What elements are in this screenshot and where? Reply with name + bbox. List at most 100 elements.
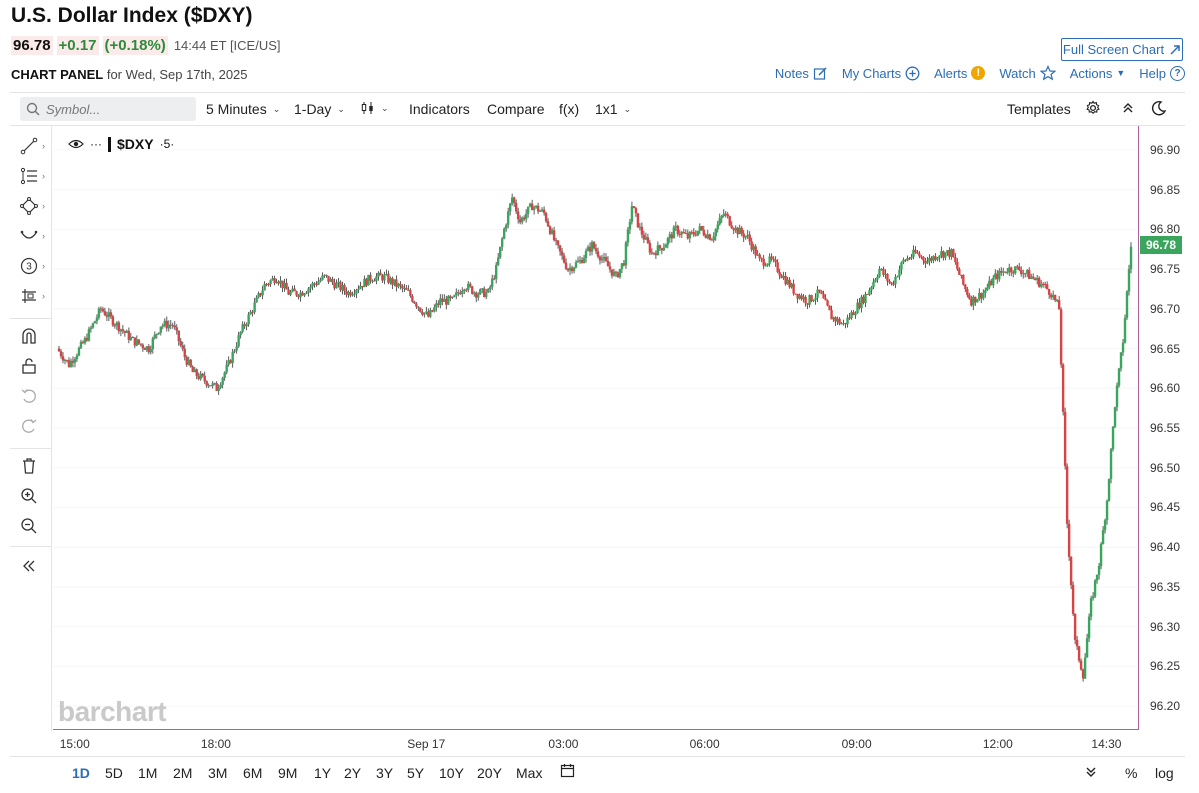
range-9m[interactable]: 9M: [278, 765, 297, 781]
candle-up: [289, 291, 292, 295]
period-dropdown[interactable]: 1-Day ⌄: [294, 101, 345, 117]
templates-button[interactable]: Templates: [1007, 101, 1071, 117]
y-tick-label: 96.70: [1150, 301, 1181, 316]
elliott-wave-tool[interactable]: 3 ›: [20, 254, 52, 278]
actions-menu[interactable]: Actions ▼: [1070, 66, 1126, 81]
zoom-out-button[interactable]: [20, 514, 52, 538]
candle-up: [253, 302, 256, 313]
page-title: U.S. Dollar Index ($DXY): [11, 4, 253, 27]
curve-tool[interactable]: ›: [20, 224, 52, 248]
tools-divider: [10, 318, 52, 319]
candle-down: [728, 216, 731, 226]
log-toggle[interactable]: log: [1155, 765, 1174, 781]
candle-down: [179, 341, 182, 346]
compare-button[interactable]: Compare: [487, 101, 545, 117]
candle-up: [1085, 638, 1089, 658]
candle-down: [922, 256, 925, 261]
percent-toggle[interactable]: %: [1125, 765, 1137, 781]
fibonacci-tool[interactable]: ›: [20, 164, 52, 188]
candle-down: [804, 296, 807, 304]
trend-line-tool[interactable]: ›: [20, 134, 52, 158]
fx-button[interactable]: f(x): [559, 101, 579, 117]
candle-up: [716, 224, 719, 230]
candle-down: [139, 343, 143, 345]
candle-up: [309, 286, 312, 289]
more-options-icon[interactable]: ···: [90, 137, 102, 151]
indicators-button[interactable]: Indicators: [409, 101, 470, 117]
last-price-tag: 96.78: [1140, 236, 1182, 255]
range-20y[interactable]: 20Y: [477, 765, 502, 781]
my-charts-link[interactable]: My Charts: [842, 66, 920, 81]
candle-up: [239, 331, 242, 336]
range-3y[interactable]: 3Y: [376, 765, 393, 781]
range-2m[interactable]: 2M: [173, 765, 192, 781]
alerts-link[interactable]: Alerts !: [934, 66, 986, 81]
x-tick-label: 18:00: [200, 737, 231, 751]
candle-down: [964, 284, 967, 290]
price-chart[interactable]: [53, 126, 1139, 730]
settings-button[interactable]: [1085, 100, 1101, 116]
candle-up: [73, 359, 77, 363]
candle-up: [526, 206, 530, 214]
symbol-search-input[interactable]: Symbol...: [20, 97, 196, 121]
candle-up: [992, 277, 995, 286]
collapse-tools-button[interactable]: [20, 554, 52, 578]
candle-up: [626, 229, 630, 243]
chevron-down-icon: ⌄: [337, 103, 345, 114]
shapes-tool[interactable]: ›: [20, 194, 52, 218]
range-1m[interactable]: 1M: [138, 765, 157, 781]
candle-up: [864, 294, 867, 303]
range-2y[interactable]: 2Y: [344, 765, 361, 781]
candle-up: [487, 288, 490, 293]
candle-up: [153, 334, 157, 339]
delete-button[interactable]: [20, 454, 52, 478]
candle-down: [325, 274, 328, 276]
candle-up: [896, 276, 899, 278]
measure-tool[interactable]: ›: [20, 284, 52, 308]
candle-down: [968, 295, 971, 299]
candle-down: [592, 242, 596, 249]
notes-link[interactable]: Notes: [775, 66, 828, 81]
candle-up: [1113, 407, 1117, 427]
undo-button[interactable]: [20, 384, 52, 408]
date-picker-button[interactable]: [560, 763, 575, 781]
layout-dropdown[interactable]: 1x1 ⌄: [595, 101, 631, 117]
range-1d[interactable]: 1D: [72, 765, 90, 781]
actions-label: Actions: [1069, 65, 1113, 81]
legend-interval: ·5·: [159, 137, 175, 151]
eye-icon[interactable]: [68, 138, 84, 150]
range-5y[interactable]: 5Y: [407, 765, 424, 781]
number-circle-icon: 3: [20, 257, 38, 275]
collapse-bottom-button[interactable]: [1084, 764, 1098, 783]
candle-down: [293, 288, 296, 292]
candle-down: [606, 260, 610, 267]
candle-up: [502, 228, 506, 239]
chart-type-dropdown[interactable]: ⌄: [361, 101, 389, 115]
candle-up: [876, 276, 879, 280]
range-5d[interactable]: 5D: [105, 765, 123, 781]
full-screen-chart-button[interactable]: Full Screen Chart: [1061, 38, 1183, 61]
lock-tool[interactable]: [20, 354, 52, 378]
candle-up: [506, 211, 510, 225]
candle-down: [295, 291, 298, 296]
magnet-tool[interactable]: [20, 324, 52, 348]
collapse-button[interactable]: [1121, 100, 1135, 116]
candle-down: [740, 227, 743, 234]
candle-up: [303, 293, 306, 296]
interval-dropdown[interactable]: 5 Minutes ⌄: [206, 101, 280, 117]
range-10y[interactable]: 10Y: [439, 765, 464, 781]
theme-toggle[interactable]: [1151, 100, 1167, 116]
help-link[interactable]: Help ?: [1139, 65, 1185, 81]
candle-up: [87, 328, 91, 341]
candle-down: [1059, 309, 1063, 365]
plot-border-right: [1138, 126, 1139, 730]
candle-down: [514, 202, 518, 212]
redo-button[interactable]: [20, 414, 52, 438]
range-1y[interactable]: 1Y: [314, 765, 331, 781]
watch-link[interactable]: Watch: [999, 65, 1056, 81]
range-6m[interactable]: 6M: [243, 765, 262, 781]
range-max[interactable]: Max: [516, 765, 542, 781]
zoom-in-button[interactable]: [20, 484, 52, 508]
candle-up: [508, 203, 512, 212]
range-3m[interactable]: 3M: [208, 765, 227, 781]
